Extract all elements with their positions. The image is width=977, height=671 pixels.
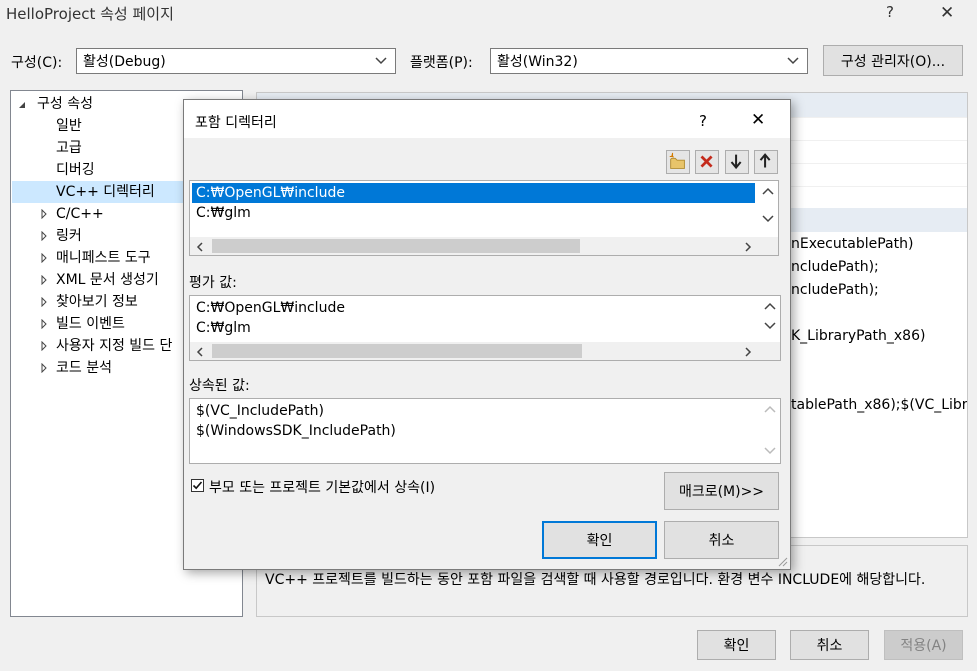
grid-value-3[interactable]: ncludePath); bbox=[791, 282, 879, 298]
collapsed-arrow-icon[interactable] bbox=[39, 297, 49, 307]
evaluated-label: 평가 값: bbox=[189, 275, 237, 291]
new-folder-icon[interactable] bbox=[666, 150, 690, 174]
dialog-help-button[interactable]: ? bbox=[699, 112, 707, 130]
config-manager-button[interactable]: 구성 관리자(O)... bbox=[823, 45, 963, 76]
resize-grip-icon[interactable] bbox=[778, 557, 788, 567]
window-title: HelloProject 속성 페이지 bbox=[6, 5, 174, 23]
ok-button[interactable]: 확인 bbox=[697, 630, 776, 660]
grid-value-4[interactable]: K_LibraryPath_x86) bbox=[791, 328, 925, 344]
inherit-checkbox[interactable] bbox=[191, 479, 204, 492]
tree-root[interactable]: 구성 속성 bbox=[37, 93, 93, 115]
collapsed-arrow-icon[interactable] bbox=[39, 363, 49, 373]
evaluated-row: C:₩glm bbox=[196, 320, 251, 336]
tree-item-manifest[interactable]: 매니페스트 도구 bbox=[56, 247, 151, 269]
cancel-button[interactable]: 취소 bbox=[790, 630, 869, 660]
horizontal-scrollbar[interactable] bbox=[190, 342, 780, 360]
tree-item-cpp[interactable]: C/C++ bbox=[56, 203, 104, 225]
config-value: 활성(Debug) bbox=[83, 54, 166, 70]
entry-row-selected[interactable]: C:₩OpenGL₩include bbox=[196, 183, 345, 203]
collapsed-arrow-icon[interactable] bbox=[39, 275, 49, 285]
tree-item-debugging[interactable]: 디버깅 bbox=[56, 159, 95, 181]
evaluated-row: C:₩OpenGL₩include bbox=[196, 300, 345, 316]
tree-item-general[interactable]: 일반 bbox=[56, 115, 82, 137]
scroll-right-icon[interactable] bbox=[744, 242, 752, 252]
vertical-scrollbar[interactable] bbox=[758, 181, 778, 237]
collapsed-arrow-icon[interactable] bbox=[39, 209, 49, 219]
scroll-up-icon[interactable] bbox=[762, 187, 774, 195]
scroll-left-icon[interactable] bbox=[196, 242, 204, 252]
config-combo[interactable]: 활성(Debug) bbox=[76, 48, 396, 74]
dialog-ok-button[interactable]: 확인 bbox=[542, 521, 657, 559]
grid-value-1[interactable]: nExecutablePath) bbox=[791, 236, 913, 252]
tree-item-browse-info[interactable]: 찾아보기 정보 bbox=[56, 291, 138, 313]
vertical-scrollbar[interactable] bbox=[760, 296, 780, 342]
scroll-up-icon[interactable] bbox=[764, 405, 776, 413]
collapsed-arrow-icon[interactable] bbox=[39, 319, 49, 329]
help-button[interactable]: ? bbox=[886, 3, 894, 21]
tree-item-advanced[interactable]: 고급 bbox=[56, 137, 82, 159]
inherit-checkbox-label[interactable]: 부모 또는 프로젝트 기본값에서 상속(I) bbox=[209, 477, 435, 497]
platform-value: 활성(Win32) bbox=[497, 54, 578, 70]
collapsed-arrow-icon[interactable] bbox=[39, 341, 49, 351]
scroll-left-icon[interactable] bbox=[196, 347, 204, 357]
collapsed-arrow-icon[interactable] bbox=[39, 253, 49, 263]
include-entries-list[interactable]: C:₩OpenGL₩include C:₩glm bbox=[189, 180, 779, 256]
platform-combo[interactable]: 활성(Win32) bbox=[490, 48, 808, 74]
include-directories-dialog[interactable]: 포함 디렉터리 ? ✕ C:₩OpenGL₩include C:₩glm 평가 … bbox=[183, 99, 791, 570]
macros-button[interactable]: 매크로(M)>> bbox=[664, 472, 779, 510]
dialog-cancel-button[interactable]: 취소 bbox=[664, 521, 779, 559]
inherited-row: $(VC_IncludePath) bbox=[196, 403, 324, 419]
evaluated-values-box[interactable]: C:₩OpenGL₩include C:₩glm bbox=[189, 295, 781, 361]
scroll-thumb[interactable] bbox=[212, 344, 582, 358]
tree-item-xml-doc[interactable]: XML 문서 생성기 bbox=[56, 269, 159, 291]
expanded-arrow-icon[interactable] bbox=[17, 100, 27, 110]
apply-button[interactable]: 적용(A) bbox=[884, 630, 963, 660]
tree-item-custom-build[interactable]: 사용자 지정 빌드 단 bbox=[56, 335, 172, 357]
close-icon[interactable]: ✕ bbox=[940, 3, 954, 23]
entry-row[interactable]: C:₩glm bbox=[196, 203, 251, 223]
inherited-label: 상속된 값: bbox=[189, 378, 250, 394]
chevron-down-icon bbox=[375, 57, 387, 65]
collapsed-arrow-icon[interactable] bbox=[39, 231, 49, 241]
description-text: VC++ 프로젝트를 빌드하는 동안 포함 파일을 검색할 때 사용할 경로입니… bbox=[265, 572, 926, 588]
tree-item-build-events[interactable]: 빌드 이벤트 bbox=[56, 313, 125, 335]
scroll-thumb[interactable] bbox=[212, 239, 580, 253]
move-down-icon[interactable] bbox=[725, 150, 749, 174]
platform-label: 플랫폼(P): bbox=[410, 55, 473, 71]
config-label: 구성(C): bbox=[11, 55, 63, 71]
move-up-icon[interactable] bbox=[754, 150, 778, 174]
tree-item-code-analysis[interactable]: 코드 분석 bbox=[56, 357, 112, 379]
tree-item-vc-directories[interactable]: VC++ 디렉터리 bbox=[56, 181, 155, 203]
scroll-down-icon[interactable] bbox=[764, 322, 776, 330]
dialog-close-icon[interactable]: ✕ bbox=[751, 110, 765, 130]
chevron-down-icon bbox=[787, 57, 799, 65]
inherited-row: $(WindowsSDK_IncludePath) bbox=[196, 423, 396, 439]
delete-icon[interactable] bbox=[695, 150, 719, 174]
horizontal-scrollbar[interactable] bbox=[190, 237, 778, 255]
grid-value-5[interactable]: tablePath_x86);$(VC_Libra bbox=[791, 397, 967, 413]
tree-item-linker[interactable]: 링커 bbox=[56, 225, 82, 247]
inherited-values-box[interactable]: $(VC_IncludePath) $(WindowsSDK_IncludePa… bbox=[189, 398, 781, 464]
scroll-up-icon[interactable] bbox=[764, 302, 776, 310]
dialog-title: 포함 디렉터리 bbox=[195, 115, 277, 131]
scroll-right-icon[interactable] bbox=[744, 347, 752, 357]
scroll-down-icon[interactable] bbox=[762, 215, 774, 223]
grid-value-2[interactable]: ncludePath); bbox=[791, 259, 879, 275]
vertical-scrollbar[interactable] bbox=[760, 399, 780, 463]
scroll-down-icon[interactable] bbox=[764, 447, 776, 455]
checkmark-icon bbox=[192, 481, 203, 490]
